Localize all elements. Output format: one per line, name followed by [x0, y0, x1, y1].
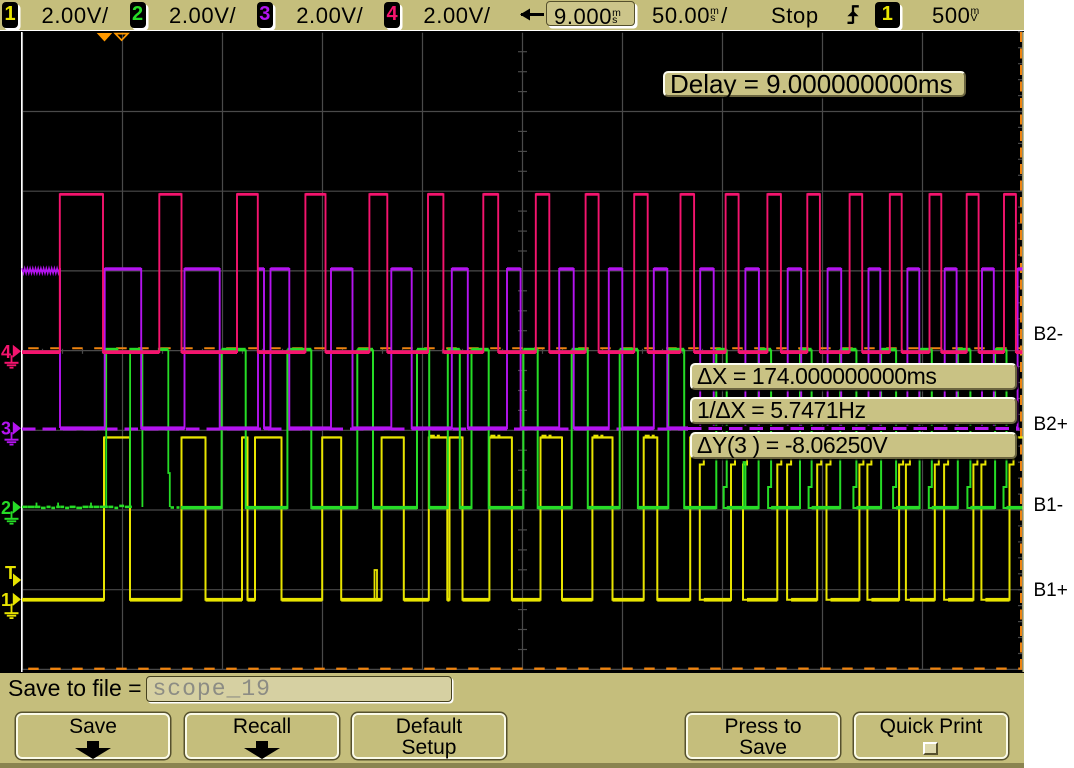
svg-text:1: 1 [1, 590, 11, 610]
svg-text:3: 3 [1, 419, 11, 439]
svg-text:4: 4 [1, 342, 11, 362]
svg-text:2: 2 [1, 498, 11, 518]
